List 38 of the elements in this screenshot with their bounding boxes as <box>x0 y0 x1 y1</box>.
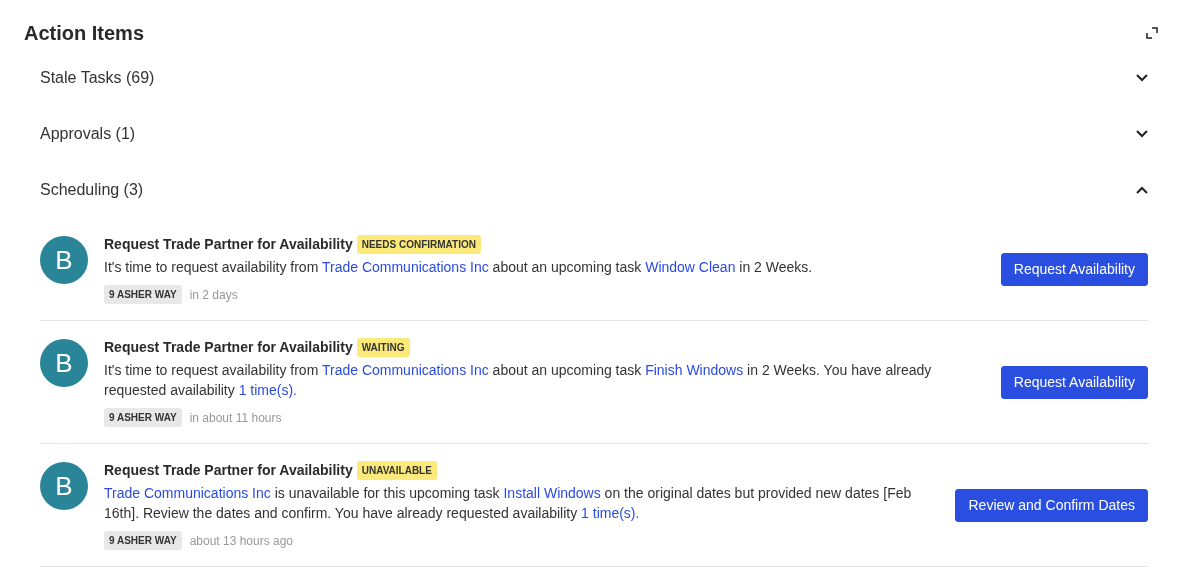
link[interactable]: Trade Communications Inc <box>104 485 271 501</box>
item-title: Request Trade Partner for Availability <box>104 235 353 254</box>
link[interactable]: Install Windows <box>503 485 601 501</box>
link[interactable]: Window Clean <box>645 259 736 275</box>
item-description: Trade Communications Inc is unavailable for this upcoming task Install Windows on the original dates but provided new dates [Feb 16th]. Review the dates and confirm. You have already requested availability 1 time(s). <box>104 484 913 523</box>
location-tag: 9 ASHER WAY <box>104 285 182 304</box>
item-title: Request Trade Partner for Availability <box>104 461 353 480</box>
section-header[interactable]: Stale Tasks (69) <box>40 50 1148 106</box>
link[interactable]: Trade Communications Inc <box>321 362 489 378</box>
location-tag: 9 ASHER WAY <box>104 408 182 427</box>
status-badge: WAITING <box>356 338 410 357</box>
item-description: It's time to request availability from Trade Communications Inc about an upcoming task Window Clean in 2 Weeks. <box>104 258 814 277</box>
avatar: B <box>40 462 88 510</box>
link[interactable]: Trade Communications Inc <box>321 259 489 275</box>
link[interactable]: 1 time(s). <box>238 382 297 398</box>
item-description: It's time to request availability from Trade Communications Inc about an upcoming task Finish Windows in 2 Weeks. You have already requested availability 1 time(s). <box>104 361 933 400</box>
chevron-down-icon <box>1136 130 1148 138</box>
location-tag: 9 ASHER WAY <box>104 531 182 550</box>
section-header[interactable]: Scheduling (3) <box>40 162 1148 218</box>
chevron-up-icon <box>1136 186 1148 194</box>
panel-title: Action Items <box>24 21 145 45</box>
time-label: about 13 hours ago <box>189 532 294 550</box>
link[interactable]: 1 time(s). <box>581 505 640 521</box>
status-badge: UNAVAILABLE <box>356 461 437 480</box>
item-title: Request Trade Partner for Availability <box>104 338 353 357</box>
expand-icon <box>1146 27 1158 39</box>
avatar: B <box>40 339 88 387</box>
expand-button[interactable] <box>1146 27 1158 39</box>
action-button[interactable]: Request Availability <box>1000 252 1148 286</box>
action-button[interactable]: Request Availability <box>1000 365 1148 399</box>
action-button[interactable]: Review and Confirm Dates <box>955 488 1148 522</box>
time-label: in 2 days <box>189 286 238 304</box>
time-label: in about 11 hours <box>189 409 282 427</box>
status-badge: NEEDS CONFIRMATION <box>356 235 481 254</box>
link[interactable]: Finish Windows <box>645 362 744 378</box>
section-header[interactable]: Approvals (1) <box>40 106 1148 162</box>
avatar: B <box>40 236 88 284</box>
chevron-down-icon <box>1136 74 1148 82</box>
